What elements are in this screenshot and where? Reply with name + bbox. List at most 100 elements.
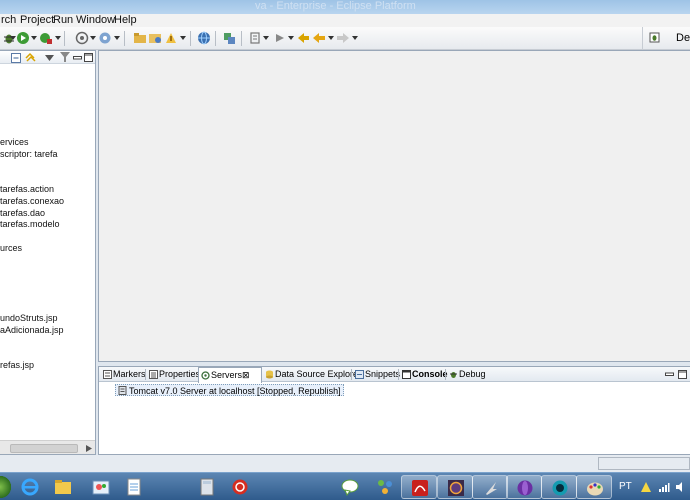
- server-entry[interactable]: Tomcat v7.0 Server at localhost [Stopped…: [115, 384, 344, 396]
- servers-icon: [201, 371, 210, 380]
- new-server-dropdown-arrow[interactable]: [90, 36, 96, 40]
- tree-item[interactable]: tarefas.dao: [0, 208, 45, 219]
- volume-icon[interactable]: [675, 481, 687, 493]
- tab-markers[interactable]: Markers: [101, 367, 146, 382]
- tree-item[interactable]: aAdicionada.jsp: [0, 325, 64, 336]
- taskbar-explorer[interactable]: [45, 475, 81, 499]
- next-annotation-icon[interactable]: [273, 31, 287, 45]
- run-dropdown-arrow[interactable]: [31, 36, 37, 40]
- maximize-icon[interactable]: [678, 370, 687, 379]
- tab-properties[interactable]: Properties: [147, 367, 201, 382]
- tab-close-icon[interactable]: ⊠: [242, 368, 250, 382]
- windows-taskbar: PT: [0, 472, 690, 500]
- forward-icon[interactable]: [336, 31, 350, 45]
- open-folder-icon[interactable]: [133, 31, 147, 45]
- tab-servers[interactable]: Servers ⊠: [198, 367, 262, 383]
- scrollbar-thumb[interactable]: [10, 444, 78, 453]
- tab-data-source-explorer[interactable]: Data Source Explorer: [263, 367, 361, 382]
- tree-item[interactable]: tarefas.action: [0, 184, 54, 195]
- console-icon: [402, 370, 411, 379]
- last-edit-icon[interactable]: [296, 31, 310, 45]
- deploy-icon[interactable]: [98, 31, 112, 45]
- forward-dropdown-arrow[interactable]: [352, 36, 358, 40]
- server-entry-label: Tomcat v7.0 Server at localhost [Stopped…: [129, 386, 341, 396]
- start-button[interactable]: [0, 473, 12, 500]
- taskbar-palette-app[interactable]: [576, 475, 612, 499]
- menu-window[interactable]: Window: [76, 14, 115, 27]
- taskbar-ie[interactable]: [12, 475, 48, 499]
- open-type-icon[interactable]: [148, 31, 162, 45]
- tree-item[interactable]: undoStruts.jsp: [0, 313, 58, 324]
- tab-console[interactable]: Console: [400, 367, 448, 382]
- globe-icon[interactable]: [197, 31, 211, 45]
- view-menu-icon[interactable]: [45, 54, 54, 62]
- taskbar-acrobat[interactable]: [401, 475, 437, 499]
- link-editor-icon[interactable]: [25, 52, 36, 63]
- tree-item[interactable]: scriptor: tarefa: [0, 149, 58, 160]
- scroll-right-icon[interactable]: [86, 445, 92, 452]
- open-task-dropdown-arrow[interactable]: [180, 36, 186, 40]
- taskbar-gtalk[interactable]: [332, 475, 368, 499]
- next-annotation-dropdown-arrow[interactable]: [288, 36, 294, 40]
- tab-debug[interactable]: Debug: [447, 367, 487, 382]
- back-dropdown-arrow[interactable]: [328, 36, 334, 40]
- main-toolbar: Debu: [0, 27, 690, 50]
- bottom-panel: Markers Properties Servers ⊠ Data Source…: [98, 366, 690, 455]
- taskbar-network[interactable]: [367, 475, 403, 499]
- network-status-icon[interactable]: [658, 481, 670, 493]
- maximize-icon[interactable]: [84, 53, 93, 62]
- menu-help[interactable]: Help: [114, 14, 137, 27]
- menu-run[interactable]: Run: [53, 14, 73, 27]
- back-icon[interactable]: [312, 31, 326, 45]
- tab-label: Properties: [159, 369, 201, 379]
- run-external-icon[interactable]: [39, 31, 53, 45]
- tab-label: Data Source Explorer: [275, 369, 362, 379]
- annotation-dropdown-arrow[interactable]: [263, 36, 269, 40]
- tree-item[interactable]: tarefas.modelo: [0, 219, 60, 230]
- status-field: [598, 457, 690, 470]
- tab-separator: [398, 369, 399, 380]
- horizontal-scrollbar[interactable]: [0, 440, 95, 454]
- run-icon[interactable]: [16, 31, 30, 45]
- snippets-icon: [355, 370, 364, 379]
- toolbar-separator: [124, 31, 125, 46]
- open-task-icon[interactable]: [164, 31, 178, 45]
- taskbar-sublime[interactable]: [472, 475, 508, 499]
- new-server-icon[interactable]: [75, 31, 89, 45]
- deploy-dropdown-arrow[interactable]: [114, 36, 120, 40]
- menu-search[interactable]: rch: [1, 14, 16, 27]
- taskbar-notepad[interactable]: [116, 475, 152, 499]
- tree-item[interactable]: refas.jsp: [0, 360, 34, 371]
- taskbar-paint[interactable]: [83, 475, 119, 499]
- perspective-label[interactable]: Debu: [676, 32, 690, 44]
- window-title-bar: va - Enterprise - Eclipse Platform: [0, 0, 690, 14]
- taskbar-orb-app[interactable]: [506, 475, 542, 499]
- tab-snippets[interactable]: Snippets: [353, 367, 400, 382]
- taskbar-calculator[interactable]: [189, 475, 225, 499]
- palette-icon: [587, 482, 603, 496]
- network-icon: [378, 480, 392, 494]
- minimize-icon[interactable]: [665, 370, 674, 379]
- web-service-icon[interactable]: [222, 31, 236, 45]
- tree-item[interactable]: ervices: [0, 137, 29, 148]
- taskbar-eclipse[interactable]: [437, 475, 473, 499]
- taskbar-ccleaner[interactable]: [222, 475, 258, 499]
- explorer-icon: [55, 480, 71, 494]
- minimize-icon[interactable]: [73, 54, 82, 62]
- menu-project[interactable]: Project: [20, 14, 54, 27]
- input-language[interactable]: PT: [619, 481, 632, 492]
- annotation-icon[interactable]: [248, 31, 262, 45]
- tab-separator: [145, 369, 146, 380]
- taskbar-cyan-orb-app[interactable]: [541, 475, 577, 499]
- editor-area[interactable]: [98, 50, 690, 362]
- run-external-dropdown-arrow[interactable]: [55, 36, 61, 40]
- toolbar-separator: [64, 31, 65, 46]
- perspective-debug-icon: [649, 32, 660, 43]
- tree-item[interactable]: tarefas.conexao: [0, 196, 64, 207]
- collapse-all-icon[interactable]: [11, 53, 21, 63]
- project-explorer: ervices scriptor: tarefa tarefas.action …: [0, 50, 96, 455]
- tree-item[interactable]: urces: [0, 243, 22, 254]
- filter-icon[interactable]: [60, 52, 70, 63]
- action-center-icon[interactable]: [640, 481, 652, 493]
- orb-icon: [517, 480, 533, 496]
